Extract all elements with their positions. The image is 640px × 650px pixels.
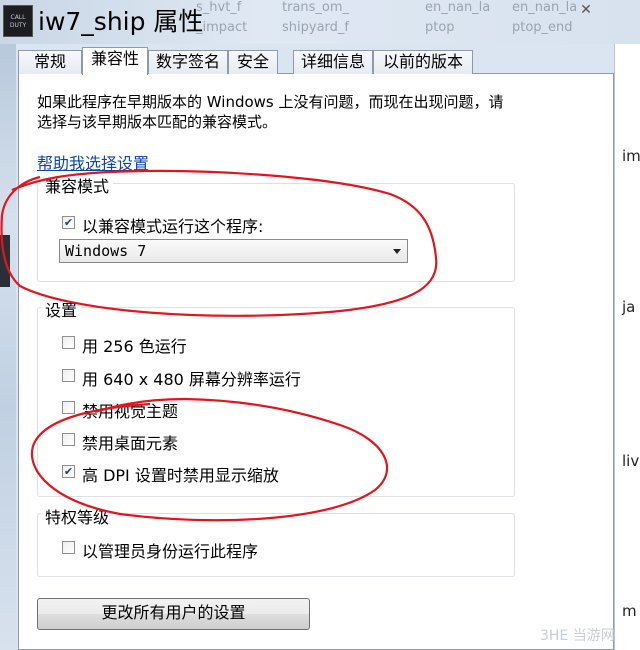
run-as-admin-label: 以管理员身份运行此程序 [82,542,259,561]
chevron-down-icon[interactable] [393,249,401,254]
checkbox-unchecked[interactable] [62,401,75,414]
settings-title: 设置 [41,297,82,321]
watermark-text: 3HE 当游网 [540,628,615,644]
compat-os-value: Windows 7 [65,242,147,260]
tab-details[interactable]: 详细信息 [293,50,373,74]
tab-previous-versions[interactable]: 以前的版本 [373,50,473,74]
compat-os-select[interactable]: Windows 7 [59,239,408,263]
checkbox-checked[interactable]: ✔ [62,465,75,478]
change-all-users-button[interactable]: 更改所有用户的设置 [37,598,310,630]
background-fragment: ptop_end [512,20,573,35]
setting-label: 用 640 x 480 屏幕分辨率运行 [82,370,301,389]
background-side-label: liv [622,452,640,470]
window-title: iw7_ship 属性 [38,7,204,36]
app-icon-text: CALL DUTY [9,14,27,29]
app-icon: CALL DUTY [3,5,33,37]
tab-digital-signatures[interactable]: 数字签名 [148,50,228,74]
checkbox-checked[interactable]: ✔ [62,216,75,229]
compat-mode-checkbox-label: 以兼容模式运行这个程序: [82,217,264,236]
checkbox-unchecked[interactable] [62,433,75,446]
background-fragment: en_nan_la [425,0,491,15]
background-side-label: m [622,602,637,620]
title-bar: CALL DUTY iw7_ship 属性 [0,0,420,44]
background-left-thumbnail [0,235,10,287]
tab-general[interactable]: 常规 [18,50,82,74]
help-me-choose-link[interactable]: 帮助我选择设置 [37,150,149,174]
background-side-label: im [622,147,640,165]
compatibility-description: 如果此程序在早期版本的 Windows 上没有问题，而现在出现问题，请选择与该早… [37,93,504,131]
checkbox-unchecked[interactable] [62,369,75,382]
background-fragment: ptop [425,20,455,35]
tab-compatibility[interactable]: 兼容性 [82,47,148,75]
setting-label: 禁用视觉主题 [82,402,179,421]
background-left-strip [0,44,16,650]
background-right-strip [614,44,640,650]
checkbox-unchecked[interactable] [62,336,75,349]
checkbox-unchecked[interactable] [62,541,75,554]
privilege-title: 特权等级 [41,504,114,528]
setting-label: 禁用桌面元素 [82,434,179,453]
compat-mode-title: 兼容模式 [41,173,114,197]
setting-label: 用 256 色运行 [82,337,187,356]
setting-label: 高 DPI 设置时禁用显示缩放 [82,466,279,485]
tab-security[interactable]: 安全 [228,50,278,74]
background-side-label: ja [622,298,636,316]
close-icon[interactable]: ✕ [566,0,606,20]
